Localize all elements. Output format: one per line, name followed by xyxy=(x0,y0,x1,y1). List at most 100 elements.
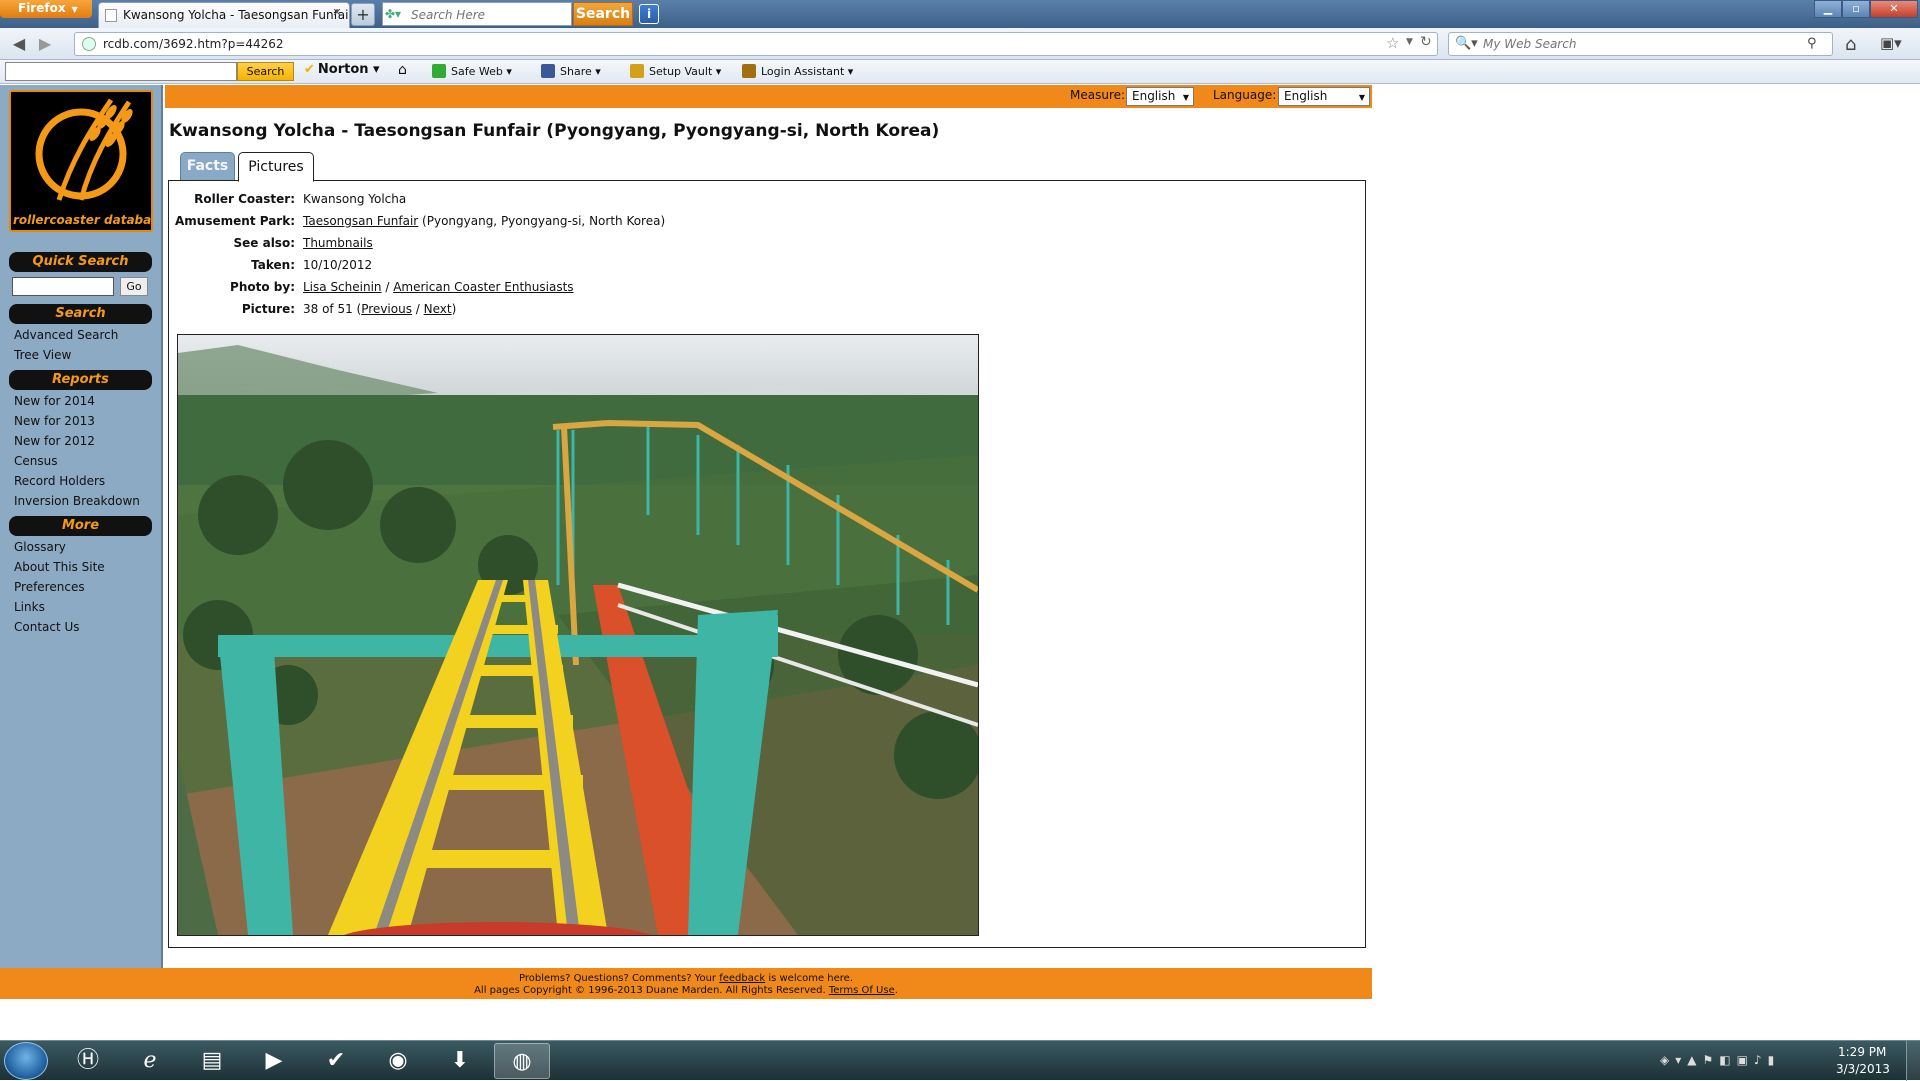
download-app-icon[interactable]: ⬇ xyxy=(432,1043,488,1079)
language-value: English xyxy=(1284,89,1328,103)
norton-app-icon[interactable]: ✔ xyxy=(308,1043,364,1079)
footer-line-1: Problems? Questions? Comments? Your feed… xyxy=(0,973,1372,985)
language-label: Language: xyxy=(1213,88,1277,102)
toolbar-menu-icon[interactable]: ▣▾ xyxy=(1880,34,1902,52)
norton-label: Norton xyxy=(317,62,369,77)
site-identity-icon[interactable] xyxy=(82,37,96,51)
club-link[interactable]: American Coaster Enthusiasts xyxy=(393,280,573,294)
browser-tab-active[interactable]: Kwansong Yolcha - Taesongsan Funfair ... xyxy=(98,2,350,28)
media-player-icon[interactable]: ▶ xyxy=(246,1043,302,1079)
windows-taskbar: Ⓗ ℯ ▤ ▶ ✔ ◉ ⬇ ◍ ◈▾▲⚑◧▣♪▮ 1:29 PM 3/3/201… xyxy=(0,1040,1920,1081)
top-search-box: ✤▾ xyxy=(382,2,572,26)
norton-toolbar: Search ✔ Norton ▾ ⌂ Safe Web ▾ Share ▾ Se… xyxy=(0,60,1920,84)
close-tab-icon[interactable]: ✕ xyxy=(330,6,344,20)
norton-home-icon[interactable]: ⌂ xyxy=(398,62,407,78)
quick-search-input[interactable] xyxy=(12,277,114,296)
search-icon[interactable]: 🔍▾ xyxy=(1455,36,1478,51)
sidebar-link-new-2014[interactable]: New for 2014 xyxy=(14,394,95,408)
back-arrow-icon[interactable]: ◀ xyxy=(8,33,30,55)
system-tray-icons[interactable]: ◈▾▲⚑◧▣♪▮ xyxy=(1660,1053,1780,1067)
file-explorer-icon[interactable]: ▤ xyxy=(184,1043,240,1079)
url-bar[interactable]: rcdb.com/3692.htm?p=44262 xyxy=(74,32,1438,56)
feedback-link[interactable]: feedback xyxy=(719,973,765,984)
photographer-link[interactable]: Lisa Scheinin xyxy=(303,280,382,294)
firefox-button-label: Firefox xyxy=(18,1,66,15)
sidebar-link-contact[interactable]: Contact Us xyxy=(14,620,80,634)
start-button[interactable] xyxy=(4,1042,48,1080)
next-link[interactable]: Next xyxy=(424,302,452,316)
page-title: Kwansong Yolcha - Taesongsan Funfair (Py… xyxy=(169,121,940,141)
top-search-input[interactable] xyxy=(411,6,566,24)
history-dropdown-icon[interactable]: ▼ xyxy=(1406,37,1413,47)
minimize-icon[interactable]: ▁ xyxy=(1814,0,1842,18)
park-link[interactable]: Taesongsan Funfair xyxy=(303,214,418,228)
sidebar-link-census[interactable]: Census xyxy=(14,454,57,468)
home-icon[interactable]: ⌂ xyxy=(1845,34,1856,55)
language-select[interactable]: English ▼ xyxy=(1278,87,1370,106)
login-assistant-label: Login Assistant xyxy=(761,65,845,78)
setup-vault-menu[interactable]: Setup Vault ▾ xyxy=(630,64,721,78)
go-button[interactable]: Go xyxy=(120,277,148,296)
copyright-text: All pages Copyright © 1996-2013 Duane Ma… xyxy=(474,985,829,996)
picture-count: 38 of 51 ( xyxy=(303,302,362,316)
measure-value: English xyxy=(1132,89,1176,103)
sidebar-link-advanced-search[interactable]: Advanced Search xyxy=(14,328,118,342)
sidebar-link-record-holders[interactable]: Record Holders xyxy=(14,474,105,488)
facebook-icon xyxy=(541,64,555,78)
internet-explorer-icon[interactable]: ℯ xyxy=(122,1043,178,1079)
footer-line-2: All pages Copyright © 1996-2013 Duane Ma… xyxy=(0,985,1372,997)
norton-check-icon: ✔ xyxy=(304,62,315,77)
footer-text: . xyxy=(894,985,898,996)
magnifier-icon[interactable]: ⚲ xyxy=(1807,36,1817,51)
sidebar-link-new-2012[interactable]: New for 2012 xyxy=(14,434,95,448)
globe-app-icon[interactable]: ◉ xyxy=(370,1043,426,1079)
site-footer: Problems? Questions? Comments? Your feed… xyxy=(0,968,1372,999)
norton-menu[interactable]: ✔ Norton ▾ xyxy=(304,62,380,77)
photo-by-value: Lisa Scheinin / American Coaster Enthusi… xyxy=(303,280,574,294)
terms-link[interactable]: Terms Of Use xyxy=(829,985,895,996)
info-icon[interactable]: i xyxy=(639,4,659,24)
sidebar-link-preferences[interactable]: Preferences xyxy=(14,580,85,594)
norton-search-input[interactable] xyxy=(5,62,237,81)
chevron-down-icon: ▼ xyxy=(1358,93,1365,102)
sidebar-link-inversion-breakdown[interactable]: Inversion Breakdown xyxy=(14,494,140,508)
login-assistant-menu[interactable]: Login Assistant ▾ xyxy=(742,64,853,78)
firefox-menu-button[interactable]: Firefox ▼ xyxy=(0,0,92,18)
park-location: (Pyongyang, Pyongyang-si, North Korea) xyxy=(418,214,666,228)
web-search-input[interactable] xyxy=(1483,37,1783,51)
tab-pictures[interactable]: Pictures xyxy=(238,152,314,182)
thumbnails-link[interactable]: Thumbnails xyxy=(303,236,373,250)
share-label: Share xyxy=(560,65,592,78)
safe-web-menu[interactable]: Safe Web ▾ xyxy=(432,64,512,78)
sidebar-link-glossary[interactable]: Glossary xyxy=(14,540,66,554)
previous-link[interactable]: Previous xyxy=(361,302,412,316)
hp-app-icon[interactable]: Ⓗ xyxy=(60,1043,116,1079)
footer-text: is welcome here. xyxy=(765,973,854,984)
share-menu[interactable]: Share ▾ xyxy=(541,64,601,78)
maximize-icon[interactable]: ▫ xyxy=(1842,0,1870,18)
reload-icon[interactable]: ↻ xyxy=(1420,34,1432,50)
sidebar-link-links[interactable]: Links xyxy=(14,600,45,614)
clock-date[interactable]: 3/3/2013 xyxy=(1836,1062,1890,1076)
measure-select[interactable]: English ▼ xyxy=(1126,87,1194,106)
safe-web-label: Safe Web xyxy=(451,65,503,78)
top-search-button[interactable]: Search xyxy=(573,2,633,26)
show-desktop-button[interactable] xyxy=(1906,1041,1920,1081)
separator: / xyxy=(381,280,394,294)
firefox-app-icon[interactable]: ◍ xyxy=(494,1043,550,1079)
photo-by-label: Photo by: xyxy=(230,280,295,294)
tab-facts[interactable]: Facts xyxy=(180,152,235,181)
chevron-down-icon: ▼ xyxy=(1182,93,1189,102)
sidebar-link-about[interactable]: About This Site xyxy=(14,560,105,574)
clock-time[interactable]: 1:29 PM xyxy=(1838,1045,1886,1059)
forward-arrow-icon[interactable]: ▶ xyxy=(34,33,56,55)
sidebar-link-new-2013[interactable]: New for 2013 xyxy=(14,414,95,428)
coaster-photo[interactable] xyxy=(177,334,979,936)
search-provider-icon[interactable]: ✤▾ xyxy=(385,7,407,21)
bookmark-star-icon[interactable]: ☆ xyxy=(1386,34,1402,52)
rcdb-logo[interactable]: rollercoaster database xyxy=(9,90,153,232)
norton-search-button[interactable]: Search xyxy=(237,62,294,81)
sidebar-link-tree-view[interactable]: Tree View xyxy=(14,348,71,362)
new-tab-button[interactable]: + xyxy=(351,3,375,26)
close-window-icon[interactable]: ✕ xyxy=(1870,0,1918,18)
